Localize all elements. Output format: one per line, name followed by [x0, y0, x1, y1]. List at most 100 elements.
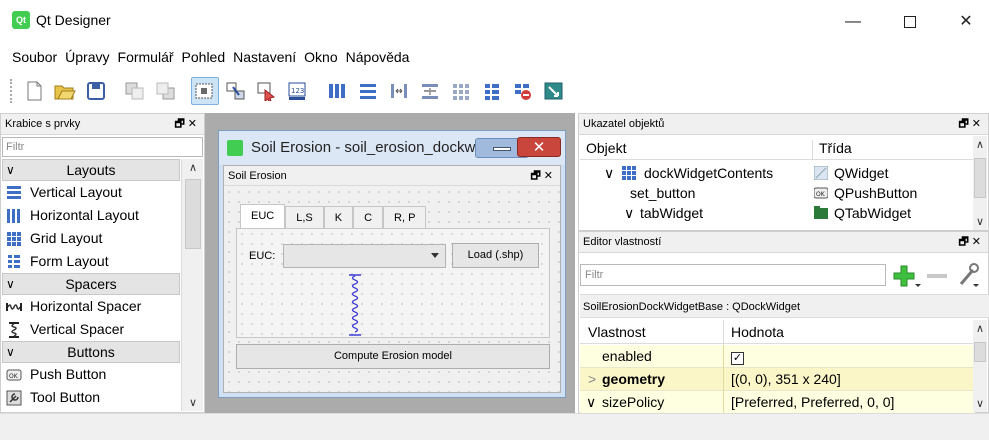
euc-combo-box[interactable]: [283, 244, 446, 268]
object-inspector-scrollbar[interactable]: ∧ ∨: [973, 136, 987, 230]
scroll-up-icon[interactable]: ∧: [973, 322, 987, 335]
form-subwindow-title-bar[interactable]: Soil Erosion - soil_erosion_dockwi ✕: [219, 131, 565, 165]
lay-out-vertically-button[interactable]: [354, 77, 382, 105]
widget-filter-input[interactable]: Filtr: [2, 137, 203, 157]
scroll-thumb[interactable]: [974, 158, 986, 198]
tab-c[interactable]: C: [353, 206, 384, 228]
tab-euc[interactable]: EUC: [240, 204, 286, 228]
lay-out-vertical-splitter-button[interactable]: [416, 77, 444, 105]
category-label: Buttons: [67, 344, 115, 360]
category-layouts[interactable]: ∨ Layouts: [2, 159, 180, 181]
widget-item-tool-button[interactable]: Tool Button: [2, 386, 180, 409]
lay-out-form-button[interactable]: [478, 77, 506, 105]
widget-label: Horizontal Spacer: [30, 298, 142, 314]
property-name: enabled: [602, 348, 652, 364]
menu-napoveda[interactable]: Nápověda: [346, 49, 410, 65]
scroll-up-icon[interactable]: ∧: [973, 138, 987, 151]
dock-float-close-icons[interactable]: 🗗✕: [530, 166, 556, 186]
scroll-thumb[interactable]: [185, 179, 201, 249]
save-button[interactable]: [82, 77, 110, 105]
menu-soubor[interactable]: Soubor: [12, 49, 57, 65]
menu-formular[interactable]: Formulář: [118, 49, 174, 65]
property-row-geometry[interactable]: > geometry [(0, 0), 351 x 240]: [580, 368, 975, 391]
lay-out-horizontal-splitter-button[interactable]: [385, 77, 413, 105]
lay-out-horizontally-button[interactable]: [323, 77, 351, 105]
property-row-enabled[interactable]: enabled ✓: [580, 345, 975, 368]
object-row[interactable]: ∨ dockWidgetContents QWidget: [580, 164, 975, 184]
category-spacers[interactable]: ∨ Spacers: [2, 273, 180, 295]
tab-k[interactable]: K: [323, 206, 354, 228]
object-row[interactable]: ∨ tabWidget QTabWidget: [580, 204, 975, 224]
property-value[interactable]: [Preferred, Preferred, 0, 0]: [723, 391, 894, 414]
vertical-spacer-icon[interactable]: [349, 274, 361, 336]
form-subwindow[interactable]: Soil Erosion - soil_erosion_dockwi ✕ Soi…: [218, 130, 566, 398]
subwindow-close-button[interactable]: ✕: [517, 137, 561, 157]
widget-list-scrollbar[interactable]: ∧ ∨: [181, 159, 203, 411]
form-canvas[interactable]: EUC L,S K C R, P EUC: Load (.shp) Comput…: [224, 187, 560, 392]
minimize-button[interactable]: —: [830, 8, 876, 36]
scroll-down-icon[interactable]: ∨: [182, 396, 204, 409]
expand-arrow-icon[interactable]: ∨: [586, 394, 596, 411]
dock-float-close-icons[interactable]: 🗗✕: [174, 114, 200, 135]
column-header-class[interactable]: Třída: [812, 140, 852, 160]
widget-item-form-layout[interactable]: Form Layout: [2, 250, 180, 273]
scroll-thumb[interactable]: [974, 342, 986, 362]
dock-float-close-icons[interactable]: 🗗✕: [958, 114, 984, 135]
expand-arrow-icon[interactable]: >: [588, 371, 596, 387]
lay-out-grid-button[interactable]: [447, 77, 475, 105]
widget-item-push-button[interactable]: OK Push Button: [2, 363, 180, 386]
bring-to-front-button[interactable]: [152, 77, 180, 105]
tree-expand-icon[interactable]: ∨: [604, 165, 614, 182]
svg-text:123: 123: [291, 87, 304, 95]
property-row-sizepolicy[interactable]: ∨ sizePolicy [Preferred, Preferred, 0, 0…: [580, 391, 975, 414]
toolbar-grip[interactable]: [10, 79, 14, 103]
widget-item-horizontal-layout[interactable]: Horizontal Layout: [2, 204, 180, 227]
compute-erosion-button[interactable]: Compute Erosion model: [236, 344, 550, 369]
close-button[interactable]: ✕: [943, 8, 989, 36]
menu-okno[interactable]: Okno: [304, 49, 337, 65]
scroll-down-icon[interactable]: ∨: [973, 215, 987, 228]
column-header-object[interactable]: Objekt: [586, 140, 626, 156]
remove-dynamic-property-icon[interactable]: [927, 272, 949, 280]
tab-rp[interactable]: R, P: [383, 206, 427, 228]
widget-label: Vertical Layout: [30, 184, 122, 200]
enabled-checkbox[interactable]: ✓: [731, 352, 744, 365]
widget-item-horizontal-spacer[interactable]: Horizontal Spacer: [2, 295, 180, 318]
send-to-back-button[interactable]: [121, 77, 149, 105]
widget-item-vertical-spacer[interactable]: Vertical Spacer: [2, 318, 180, 341]
property-editor-scrollbar[interactable]: ∧ ∨: [973, 320, 987, 412]
category-buttons[interactable]: ∨ Buttons: [2, 341, 180, 363]
property-filter-input[interactable]: Filtr: [580, 264, 886, 286]
menu-upravy[interactable]: Úpravy: [65, 49, 109, 65]
edit-tab-order-button[interactable]: 123: [284, 77, 312, 105]
tab-widget-class-icon: [814, 206, 828, 219]
break-layout-icon: [515, 84, 531, 100]
menu-nastaveni[interactable]: Nastavení: [233, 49, 296, 65]
maximize-button[interactable]: [887, 8, 933, 36]
load-shp-button[interactable]: Load (.shp): [452, 243, 539, 268]
edit-buddies-button[interactable]: [253, 77, 281, 105]
menu-bar: Soubor Úpravy Formulář Pohled Nastavení …: [0, 42, 989, 72]
edit-widgets-button[interactable]: [191, 77, 219, 105]
scroll-up-icon[interactable]: ∧: [182, 161, 204, 174]
new-file-button[interactable]: [20, 77, 48, 105]
widget-item-vertical-layout[interactable]: Vertical Layout: [2, 181, 180, 204]
break-layout-button[interactable]: [509, 77, 537, 105]
column-header-property[interactable]: Vlastnost: [588, 324, 646, 340]
dock-float-close-icons[interactable]: 🗗✕: [958, 232, 984, 253]
configure-wrench-icon[interactable]: [957, 262, 979, 288]
add-dynamic-property-icon[interactable]: [893, 264, 921, 288]
edit-signals-slots-button[interactable]: [222, 77, 250, 105]
lay-out-form-icon: [485, 84, 499, 100]
tree-expand-icon[interactable]: ∨: [624, 205, 634, 222]
scroll-down-icon[interactable]: ∨: [973, 397, 987, 410]
menu-pohled[interactable]: Pohled: [182, 49, 226, 65]
tab-ls[interactable]: L,S: [285, 206, 324, 228]
object-row[interactable]: set_button OK QPushButton: [580, 184, 975, 204]
open-button[interactable]: [51, 77, 79, 105]
property-value[interactable]: [(0, 0), 351 x 240]: [723, 368, 841, 391]
adjust-size-button[interactable]: [540, 77, 568, 105]
widget-item-grid-layout[interactable]: Grid Layout: [2, 227, 180, 250]
vertical-layout-icon: [7, 185, 21, 199]
column-header-value[interactable]: Hodnota: [723, 320, 784, 344]
